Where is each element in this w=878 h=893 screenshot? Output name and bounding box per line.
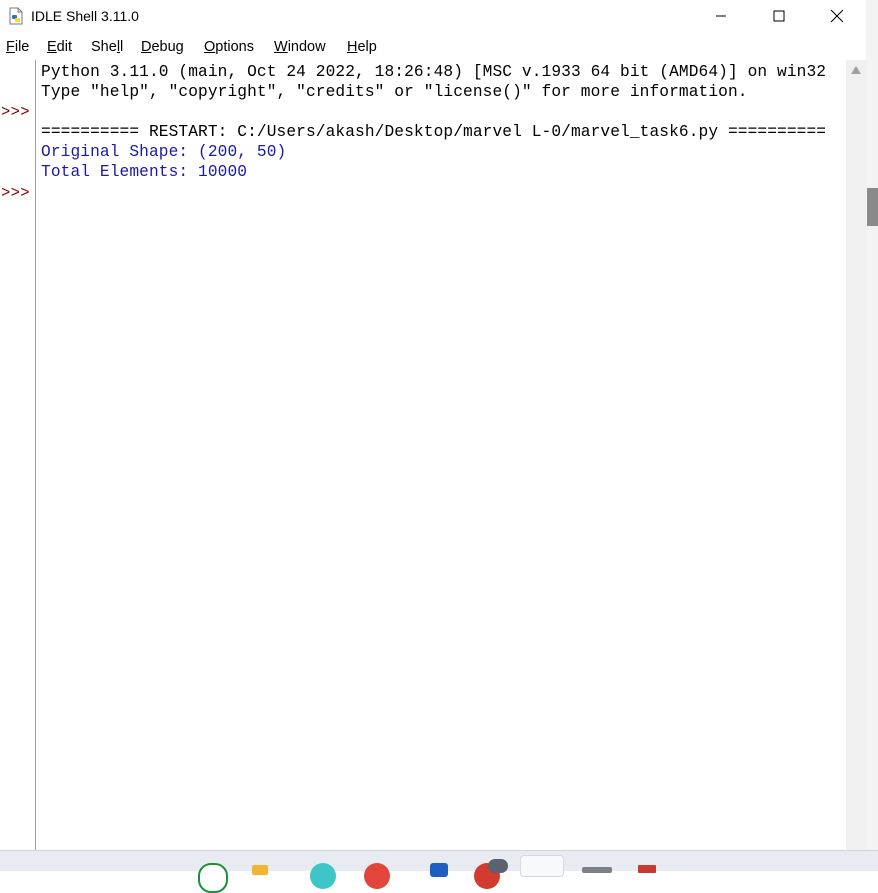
- notification-badge: [488, 859, 508, 873]
- shell-output-line: Python 3.11.0 (main, Oct 24 2022, 18:26:…: [41, 63, 827, 81]
- menu-shell[interactable]: Shell: [91, 39, 123, 55]
- minimize-icon: [716, 15, 726, 17]
- app-icon[interactable]: [582, 867, 612, 873]
- window-edge: [866, 0, 878, 850]
- close-button[interactable]: [808, 0, 866, 32]
- menu-window-label: indow: [287, 39, 326, 55]
- shell-text-area[interactable]: Python 3.11.0 (main, Oct 24 2022, 18:26:…: [36, 60, 844, 850]
- menu-file[interactable]: File: [6, 39, 29, 55]
- program-output-line: Total Elements: 10000: [41, 163, 248, 181]
- program-output-line: Original Shape: (200, 50): [41, 143, 287, 161]
- window-title: IDLE Shell 3.11.0: [31, 8, 139, 24]
- menu-edit[interactable]: Edit: [47, 39, 72, 55]
- shell-prompt: >>>: [1, 184, 30, 202]
- title-bar[interactable]: IDLE Shell 3.11.0: [0, 0, 866, 34]
- menu-help-mnemonic: H: [347, 39, 358, 55]
- menu-shell-label: l: [120, 39, 124, 55]
- taskbar: [0, 850, 878, 893]
- menu-help[interactable]: Help: [347, 39, 377, 55]
- app-icon[interactable]: [310, 863, 336, 889]
- vertical-scrollbar[interactable]: [846, 60, 866, 850]
- menu-shell-label-pre: She: [91, 39, 117, 55]
- maximize-icon: [773, 10, 785, 22]
- chrome-icon[interactable]: [198, 863, 228, 893]
- menu-debug-label: ebug: [151, 39, 184, 55]
- folder-icon[interactable]: [252, 865, 268, 875]
- menu-options-mnemonic: O: [204, 39, 216, 55]
- app-icon[interactable]: [364, 863, 390, 889]
- shell-output-line: Type "help", "copyright", "credits" or "…: [41, 83, 748, 101]
- menu-edit-label: dit: [56, 39, 72, 55]
- app-icon[interactable]: [638, 865, 656, 873]
- maximize-button[interactable]: [750, 0, 808, 32]
- prompt-gutter: >>> >>>: [0, 60, 36, 850]
- restart-line: ========== RESTART: C:/Users/akash/Deskt…: [41, 123, 827, 141]
- menu-debug-mnemonic: D: [141, 39, 152, 55]
- menu-window[interactable]: Window: [274, 39, 326, 55]
- shell-prompt: >>>: [1, 103, 30, 121]
- menu-help-label: elp: [357, 39, 377, 55]
- menu-options-label: ptions: [215, 39, 254, 55]
- menu-window-mnemonic: W: [274, 39, 288, 55]
- menu-options[interactable]: Options: [204, 39, 254, 55]
- python-file-icon: [9, 7, 23, 25]
- menu-debug[interactable]: Debug: [141, 39, 184, 55]
- idle-shell-window: IDLE Shell 3.11.0 File Edit Shell Debug …: [0, 0, 866, 850]
- scroll-up-arrow-icon[interactable]: [851, 66, 861, 74]
- close-icon: [830, 9, 844, 23]
- menu-edit-mnemonic: E: [47, 39, 57, 55]
- menu-bar: File Edit Shell Debug Options Window Hel…: [0, 36, 866, 60]
- minimize-button[interactable]: [692, 0, 750, 32]
- menu-file-mnemonic: F: [6, 39, 15, 55]
- scroll-thumb[interactable]: [867, 188, 878, 226]
- app-icon[interactable]: [430, 863, 448, 877]
- menu-file-label: ile: [14, 39, 30, 55]
- active-app-button[interactable]: [520, 855, 564, 877]
